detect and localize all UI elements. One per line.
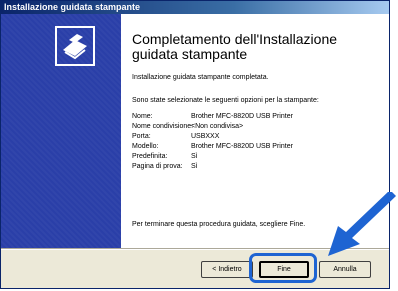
option-label: Porta: — [132, 133, 151, 140]
option-value: Brother MFC-8820D USB Printer — [191, 143, 293, 150]
option-value: Sì — [191, 153, 198, 160]
printer-setup-icon — [55, 26, 95, 66]
option-value: Brother MFC-8820D USB Printer — [191, 113, 293, 120]
blue-arrow-icon — [328, 192, 396, 256]
finish-hint-text: Per terminare questa procedura guidata, … — [132, 221, 306, 228]
selected-intro-text: Sono state selezionate le seguenti opzio… — [132, 97, 319, 104]
option-label: Nome condivisione: — [132, 123, 194, 130]
window-title: Installazione guidata stampante — [1, 1, 389, 14]
back-button[interactable]: < Indietro — [201, 261, 253, 278]
option-label: Nome: — [132, 113, 153, 120]
finish-highlight-ring — [249, 253, 317, 283]
wizard-sidebar — [1, 14, 121, 248]
option-label: Pagina di prova: — [132, 163, 183, 170]
option-value: USBXXX — [191, 133, 220, 140]
option-value: <Non condivisa> — [191, 123, 244, 130]
option-label: Modello: — [132, 143, 159, 150]
option-value: Sì — [191, 163, 198, 170]
option-label: Predefinita: — [132, 153, 168, 160]
cancel-button[interactable]: Annulla — [319, 261, 371, 278]
page-title: Completamento dell'Installazione guidata… — [132, 31, 338, 62]
completed-text: Installazione guidata stampante completa… — [132, 74, 269, 81]
